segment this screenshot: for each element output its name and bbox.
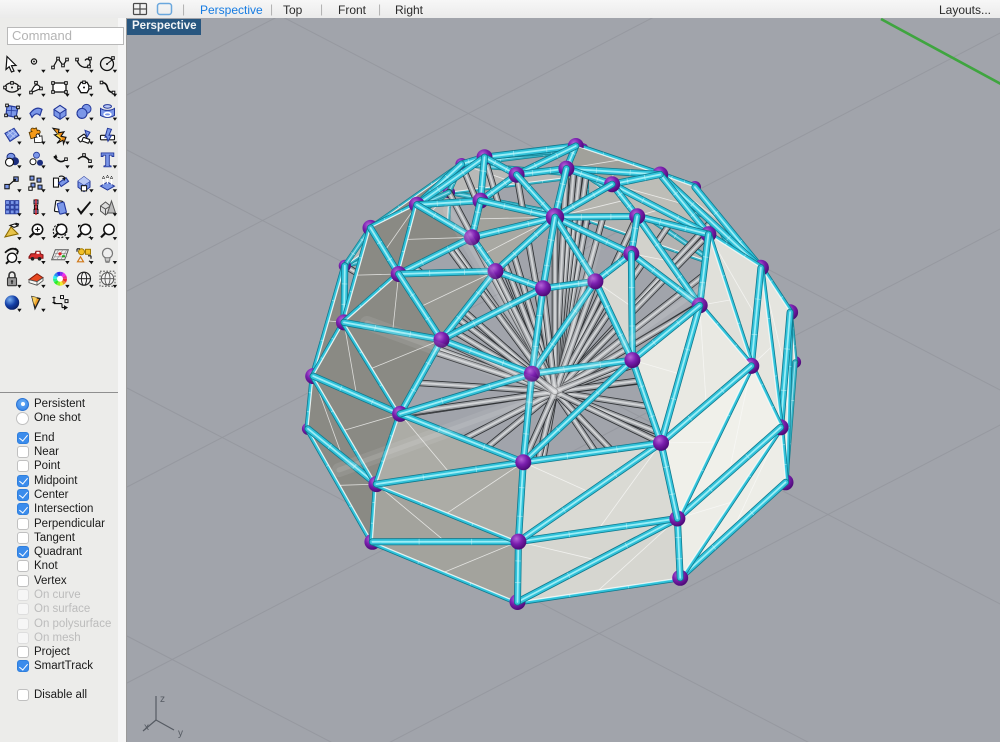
svg-text:z: z <box>160 694 165 705</box>
svg-text:x: x <box>144 722 149 733</box>
svg-text:y: y <box>178 728 183 739</box>
